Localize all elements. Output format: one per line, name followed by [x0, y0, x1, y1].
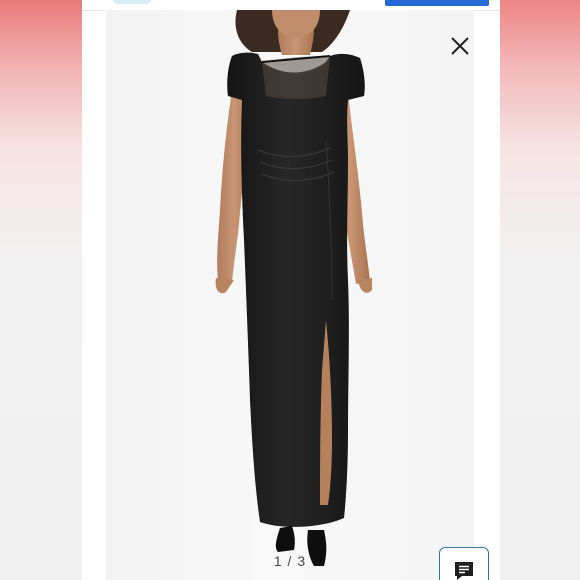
right-background — [500, 0, 580, 580]
sheer-neckline — [262, 56, 330, 99]
shoe-left — [275, 526, 295, 552]
chat-icon — [453, 560, 475, 580]
phone-screen: 1 / 3 — [82, 0, 500, 580]
close-icon — [451, 37, 469, 55]
product-photo — [215, 10, 372, 566]
close-button[interactable] — [449, 35, 471, 57]
left-background — [0, 0, 82, 580]
chat-button[interactable] — [439, 547, 489, 580]
image-counter: 1 / 3 — [273, 553, 307, 569]
dress — [227, 52, 365, 527]
